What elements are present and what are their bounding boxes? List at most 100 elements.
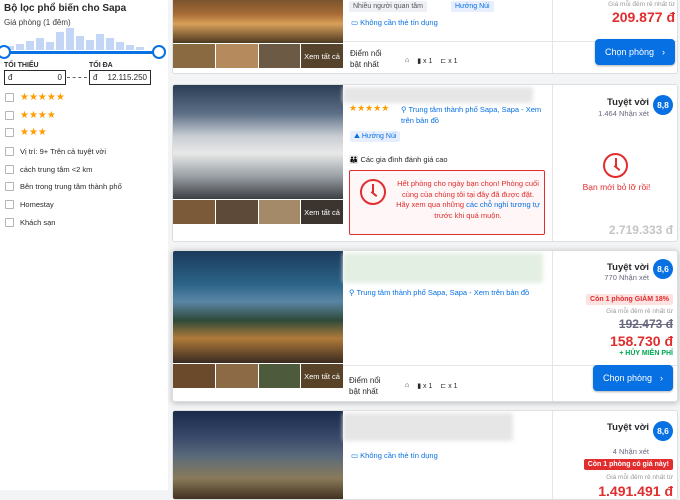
location-link[interactable]: ⚲ Trung tâm thành phố Sapa, Sapa - Xem t… bbox=[401, 104, 551, 126]
lowest-price-note: Giá mỗi đêm rẻ nhất từ bbox=[606, 308, 673, 315]
review-score: 8,8 bbox=[653, 95, 673, 115]
filter-5-stars[interactable]: ★★★★★ bbox=[5, 91, 65, 103]
hotel-card[interactable]: ▭ Không cần thẻ tín dụng Tuyệt vời 4 Nhậ… bbox=[172, 410, 678, 500]
hotel-card[interactable]: Xem tất cả ★★★★★ ⚲ Trung tâm thành phố S… bbox=[172, 84, 678, 242]
select-room-button[interactable]: Chọn phòng › bbox=[595, 39, 675, 65]
filter-city-center[interactable]: Bên trong trung tâm thành phố bbox=[5, 180, 122, 192]
checkbox[interactable] bbox=[5, 146, 14, 156]
price-column: Tuyệt vời 1.464 Nhận xét 8,8 Bạn mới bỏ … bbox=[552, 85, 677, 241]
hotel-photo[interactable] bbox=[173, 251, 343, 363]
discount-badge: Còn 1 phòng GIẢM 18% bbox=[586, 294, 673, 305]
filter-label: Khách sạn bbox=[20, 217, 56, 227]
hotel-photo[interactable] bbox=[173, 85, 343, 199]
hotel-card[interactable]: Xem tất cả Nhiều người quan tâm Hướng Nú… bbox=[172, 0, 678, 74]
highlights-label: Điểm nổi bật nhất bbox=[349, 376, 381, 396]
review-score: 8,6 bbox=[653, 259, 673, 279]
min-price-value: 0 bbox=[57, 73, 62, 82]
lowest-price-note: Giá mỗi đêm rẻ nhất từ bbox=[608, 1, 675, 8]
clock-icon bbox=[360, 179, 386, 205]
price-column: Tuyệt vời 770 Nhận xét 8,6 Còn 1 phòng G… bbox=[552, 251, 677, 401]
amenities: ⌂ ▮ x 1 ⊏ x 1 bbox=[405, 57, 458, 65]
no-credit-card-note: ▭ Không cần thẻ tín dụng bbox=[351, 451, 438, 460]
chevron-right-icon: › bbox=[662, 47, 666, 57]
price-filter-label: Giá phòng (1 đêm) bbox=[4, 18, 71, 27]
price-column: Tuyệt vời 4 Nhận xét 8,6 Còn 1 phòng có … bbox=[552, 411, 677, 499]
min-price-input[interactable]: đ 0 bbox=[4, 70, 66, 85]
rating-label: Tuyệt vời bbox=[607, 422, 649, 433]
sold-out-message: Hết phòng cho ngày bạn chọn! Phòng cuối … bbox=[396, 179, 540, 220]
max-price-label: TỐI ĐA bbox=[89, 62, 113, 69]
price-slider-track[interactable] bbox=[4, 51, 160, 54]
price-histogram bbox=[6, 28, 156, 50]
location-link[interactable]: ⚲ Trung tâm thành phố Sapa, Sapa - Xem t… bbox=[349, 287, 549, 298]
clock-icon bbox=[603, 153, 628, 178]
see-all-photos[interactable]: Xem tất cả bbox=[301, 44, 343, 68]
min-price-label: TỐI THIỂU bbox=[4, 62, 39, 69]
price-min-handle[interactable] bbox=[0, 45, 11, 59]
last-price: 2.719.333 đ bbox=[608, 223, 673, 237]
hotel-photo[interactable] bbox=[173, 411, 343, 499]
last-room-badge: Còn 1 phòng có giá này! bbox=[583, 459, 673, 470]
filter-homestay[interactable]: Homestay bbox=[5, 198, 54, 210]
see-all-photos[interactable]: Xem tất cả bbox=[301, 200, 343, 224]
review-count: 1.464 Nhận xét bbox=[598, 109, 649, 118]
rating-label: Tuyệt vời bbox=[607, 97, 649, 108]
family-icon: 👪 bbox=[349, 155, 359, 164]
room-price: 158.730 đ bbox=[609, 333, 673, 349]
hotel-name-redacted[interactable] bbox=[343, 253, 543, 283]
star-rating: ★★★★ bbox=[20, 109, 56, 121]
star-rating: ★★★★★ bbox=[20, 91, 65, 103]
breakfast-icon: ⌂ bbox=[405, 57, 410, 64]
checkbox[interactable] bbox=[5, 127, 14, 137]
filter-label: cách trung tâm <2 km bbox=[20, 164, 93, 174]
max-price-input[interactable]: đ 12.115.250 bbox=[89, 70, 151, 85]
amenities: ⌂ ▮ x 1 ⊏ x 1 bbox=[405, 382, 458, 390]
review-count: 770 Nhận xét bbox=[604, 273, 649, 282]
hotel-photo[interactable] bbox=[173, 0, 343, 43]
lowest-price-note: Giá mỗi đêm rẻ nhất từ bbox=[606, 474, 673, 481]
currency-symbol: đ bbox=[8, 73, 13, 82]
pin-icon: ⚲ bbox=[401, 105, 407, 114]
filter-4-stars[interactable]: ★★★★ bbox=[5, 109, 56, 121]
breakfast-icon: ⌂ bbox=[405, 382, 410, 389]
checkbox[interactable] bbox=[5, 217, 14, 227]
range-separator bbox=[67, 77, 87, 78]
filter-location-score[interactable]: Vị trí: 9+ Trên cả tuyệt vời bbox=[5, 145, 106, 157]
see-all-photos[interactable]: Xem tất cả bbox=[301, 364, 343, 388]
price-max-handle[interactable] bbox=[152, 45, 166, 59]
bath-icon: ⊏ x 1 bbox=[440, 383, 458, 390]
missed-message: Bạn mới bỏ lỡ rồi! bbox=[582, 182, 651, 192]
checkbox[interactable] bbox=[5, 92, 14, 102]
free-cancellation: + HỦY MIỄN PHÍ bbox=[619, 350, 673, 357]
star-rating: ★★★ bbox=[20, 126, 47, 138]
filter-label: Vị trí: 9+ Trên cả tuyệt vời bbox=[20, 146, 106, 156]
review-score: 8,6 bbox=[653, 421, 673, 441]
room-price: 1.491.491 đ bbox=[598, 483, 673, 499]
popular-tag: Nhiều người quan tâm bbox=[349, 1, 427, 12]
review-count: 4 Nhận xét bbox=[612, 447, 649, 456]
filter-distance[interactable]: cách trung tâm <2 km bbox=[5, 163, 92, 175]
filter-hotel[interactable]: Khách sạn bbox=[5, 216, 55, 228]
bed-icon: ▮ x 1 bbox=[417, 383, 433, 390]
photo-thumbnails[interactable]: Xem tất cả bbox=[173, 364, 343, 388]
checkbox[interactable] bbox=[5, 110, 14, 120]
filter-title: Bộ lọc phổ biến cho Sapa bbox=[4, 3, 127, 14]
checkbox[interactable] bbox=[5, 181, 14, 191]
checkbox[interactable] bbox=[5, 164, 14, 174]
similar-properties-link[interactable]: các chỗ nghỉ tương tự bbox=[466, 200, 540, 209]
room-price: 209.877 đ bbox=[611, 9, 675, 25]
chevron-right-icon: › bbox=[660, 373, 664, 383]
hotel-name-redacted[interactable] bbox=[343, 413, 513, 441]
hotel-card[interactable]: Xem tất cả ⚲ Trung tâm thành phố Sapa, S… bbox=[172, 250, 678, 402]
hotel-name-redacted[interactable] bbox=[343, 87, 533, 103]
bath-icon: ⊏ x 1 bbox=[440, 58, 458, 65]
rating-label: Tuyệt vời bbox=[607, 262, 649, 273]
family-rating: 👪 Các gia đình đánh giá cao bbox=[349, 155, 448, 164]
mountain-view-tag: Hướng Núi bbox=[451, 1, 494, 12]
checkbox[interactable] bbox=[5, 199, 14, 209]
no-credit-card-note: ▭ Không cần thẻ tín dụng bbox=[351, 18, 438, 27]
photo-thumbnails[interactable]: Xem tất cả bbox=[173, 200, 343, 224]
select-room-button[interactable]: Chọn phòng › bbox=[593, 365, 673, 391]
filter-3-stars[interactable]: ★★★ bbox=[5, 126, 47, 138]
photo-thumbnails[interactable]: Xem tất cả bbox=[173, 44, 343, 68]
